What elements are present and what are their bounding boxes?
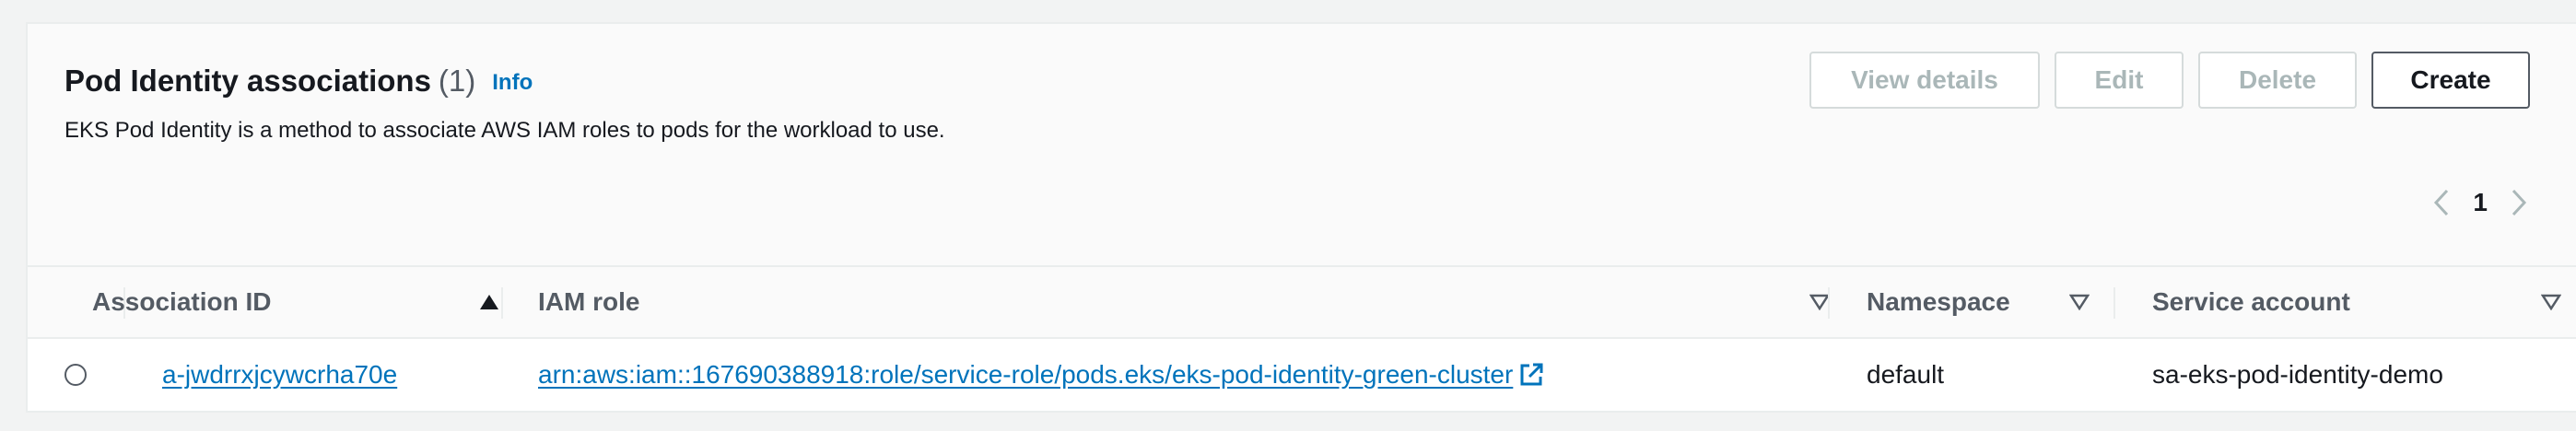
iam-role-cell: arn:aws:iam::167690388918:role/service-r…: [538, 339, 1544, 411]
row-select[interactable]: [64, 339, 87, 411]
sort-icon[interactable]: [2541, 294, 2561, 310]
sort-ascending-icon[interactable]: [479, 294, 499, 310]
column-label: IAM role: [538, 287, 640, 316]
association-count: (1): [438, 64, 476, 98]
row-radio-button[interactable]: [64, 364, 87, 386]
pagination: 1: [2432, 188, 2528, 217]
external-link-icon[interactable]: [1518, 362, 1544, 388]
associations-table: Association ID IAM role Namespace Servic…: [28, 265, 2576, 413]
table-row[interactable]: a-jwdrrxjcywcrha70e arn:aws:iam::1676903…: [28, 339, 2576, 411]
action-buttons: View details Edit Delete Create: [1809, 52, 2530, 109]
column-divider: [1828, 287, 1830, 319]
column-label: Service account: [2152, 287, 2350, 316]
column-divider: [2113, 287, 2115, 319]
panel-header: Pod Identity associations (1) Info EKS Pod…: [28, 24, 2576, 265]
column-label: Association ID: [92, 287, 272, 316]
panel-title-text: Pod Identity associations: [64, 64, 431, 98]
create-button[interactable]: Create: [2371, 52, 2530, 109]
view-details-button[interactable]: View details: [1809, 52, 2040, 109]
column-divider: [501, 287, 503, 319]
panel-description: EKS Pod Identity is a method to associat…: [64, 118, 945, 143]
previous-page-icon[interactable]: [2432, 188, 2451, 217]
association-id-cell: a-jwdrrxjcywcrha70e: [162, 339, 397, 411]
table-header: Association ID IAM role Namespace Servic…: [28, 265, 2576, 339]
column-header-service-account[interactable]: Service account: [2152, 267, 2561, 337]
iam-role-link[interactable]: arn:aws:iam::167690388918:role/service-r…: [538, 360, 1513, 390]
column-header-iam-role[interactable]: IAM role: [538, 267, 1830, 337]
column-header-namespace[interactable]: Namespace: [1867, 267, 2113, 337]
page-number[interactable]: 1: [2473, 188, 2488, 217]
service-account-cell: sa-eks-pod-identity-demo: [2152, 360, 2443, 389]
next-page-icon[interactable]: [2510, 188, 2528, 217]
column-header-association-id[interactable]: Association ID: [92, 267, 498, 337]
panel-title: Pod Identity associations (1) Info: [64, 61, 533, 103]
info-link[interactable]: Info: [492, 70, 533, 95]
column-label: Namespace: [1867, 287, 2010, 316]
sort-icon[interactable]: [1809, 294, 1830, 310]
pod-identity-associations-panel: Pod Identity associations (1) Info EKS Pod…: [26, 22, 2576, 413]
sort-icon[interactable]: [2069, 294, 2090, 310]
delete-button[interactable]: Delete: [2198, 52, 2357, 109]
association-id-link[interactable]: a-jwdrrxjcywcrha70e: [162, 360, 397, 390]
namespace-cell: default: [1867, 360, 1945, 389]
edit-button[interactable]: Edit: [2055, 52, 2184, 109]
